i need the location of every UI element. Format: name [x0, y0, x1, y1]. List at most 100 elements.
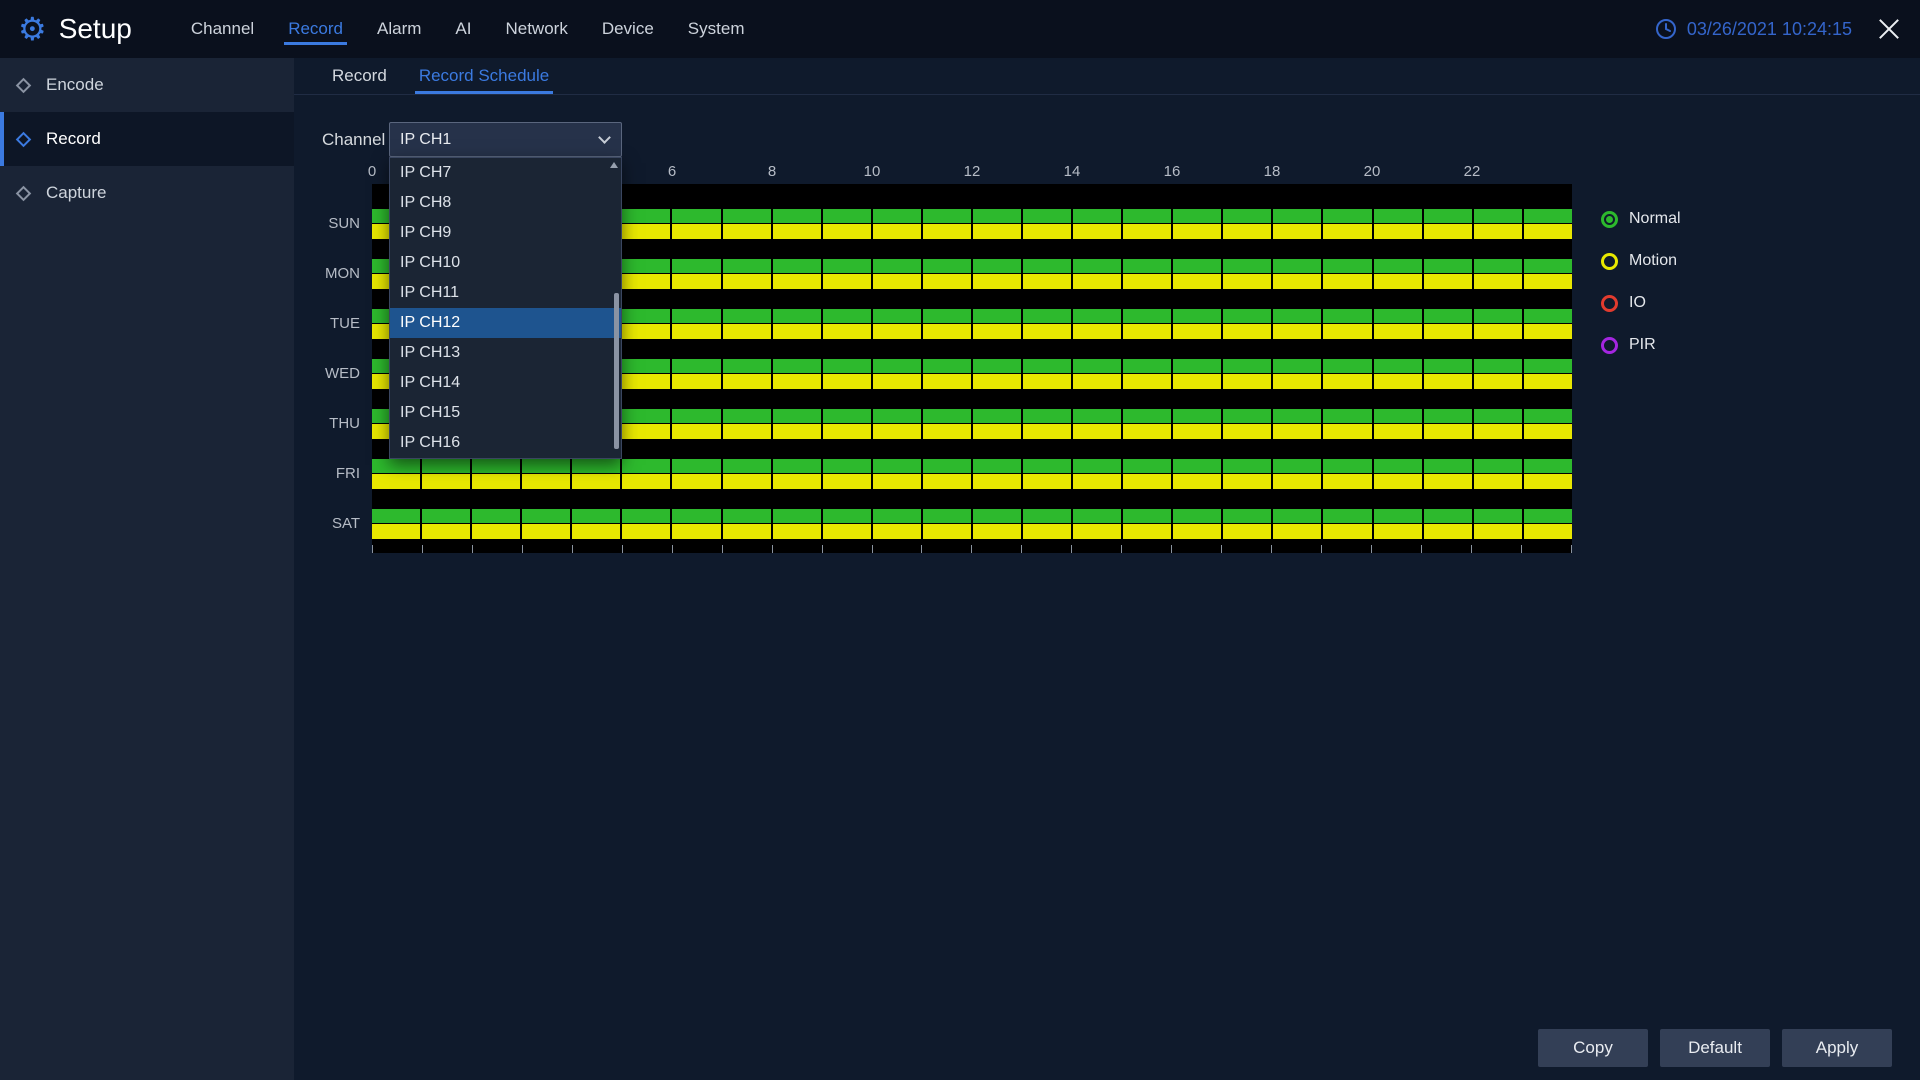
- schedule-cell-motion[interactable]: [422, 474, 472, 489]
- schedule-cell-motion[interactable]: [923, 324, 973, 339]
- schedule-cell-normal[interactable]: [723, 359, 773, 373]
- sidebar-item-capture[interactable]: Capture: [0, 166, 294, 220]
- schedule-cell-normal[interactable]: [923, 459, 973, 473]
- schedule-cell-normal[interactable]: [1173, 509, 1223, 523]
- schedule-cell-motion[interactable]: [1474, 524, 1524, 539]
- schedule-cell-motion[interactable]: [1223, 424, 1273, 439]
- schedule-cell-motion[interactable]: [522, 524, 572, 539]
- tab-record-schedule[interactable]: Record Schedule: [403, 58, 565, 94]
- schedule-cell-motion[interactable]: [1374, 224, 1424, 239]
- schedule-cell-normal[interactable]: [1273, 209, 1323, 223]
- schedule-cell-motion[interactable]: [1474, 474, 1524, 489]
- nav-item-channel[interactable]: Channel: [174, 0, 271, 58]
- schedule-cell-normal[interactable]: [672, 209, 722, 223]
- schedule-cell-motion[interactable]: [773, 424, 823, 439]
- scrollbar-thumb[interactable]: [614, 293, 619, 449]
- schedule-cell-motion[interactable]: [672, 524, 722, 539]
- schedule-cell-normal[interactable]: [1173, 259, 1223, 273]
- schedule-cell-motion[interactable]: [773, 224, 823, 239]
- schedule-cell-motion[interactable]: [873, 224, 923, 239]
- schedule-cell-motion[interactable]: [1023, 274, 1073, 289]
- schedule-cell-normal[interactable]: [823, 509, 873, 523]
- schedule-cell-motion[interactable]: [1524, 224, 1572, 239]
- sidebar-item-record[interactable]: Record: [0, 112, 294, 166]
- schedule-cell-motion[interactable]: [622, 474, 672, 489]
- schedule-cell-normal[interactable]: [1023, 309, 1073, 323]
- schedule-cell-motion[interactable]: [973, 474, 1023, 489]
- schedule-cell-motion[interactable]: [873, 274, 923, 289]
- scroll-up-arrow-icon[interactable]: [610, 162, 618, 168]
- schedule-cell-normal[interactable]: [1323, 359, 1373, 373]
- schedule-cell-normal[interactable]: [723, 409, 773, 423]
- schedule-cell-normal[interactable]: [1323, 259, 1373, 273]
- schedule-cell-normal[interactable]: [622, 209, 672, 223]
- schedule-cell-normal[interactable]: [372, 459, 422, 473]
- schedule-cell-motion[interactable]: [973, 374, 1023, 389]
- schedule-cell-normal[interactable]: [1424, 309, 1474, 323]
- schedule-cell-normal[interactable]: [973, 509, 1023, 523]
- schedule-cell-motion[interactable]: [622, 524, 672, 539]
- schedule-cell-motion[interactable]: [973, 224, 1023, 239]
- dropdown-option-ip-ch14[interactable]: IP CH14: [390, 368, 621, 398]
- schedule-cell-normal[interactable]: [1073, 209, 1123, 223]
- schedule-cell-motion[interactable]: [1273, 474, 1323, 489]
- schedule-cell-normal[interactable]: [672, 509, 722, 523]
- schedule-cell-normal[interactable]: [923, 409, 973, 423]
- schedule-cell-normal[interactable]: [1424, 359, 1474, 373]
- schedule-cell-motion[interactable]: [622, 324, 672, 339]
- schedule-cell-normal[interactable]: [1123, 359, 1173, 373]
- schedule-cell-motion[interactable]: [1173, 424, 1223, 439]
- schedule-cell-normal[interactable]: [923, 359, 973, 373]
- copy-button[interactable]: Copy: [1538, 1029, 1648, 1067]
- dropdown-option-ip-ch8[interactable]: IP CH8: [390, 188, 621, 218]
- schedule-cell-motion[interactable]: [973, 424, 1023, 439]
- dropdown-option-ip-ch16[interactable]: IP CH16: [390, 428, 621, 458]
- schedule-cell-normal[interactable]: [672, 309, 722, 323]
- schedule-cell-normal[interactable]: [622, 409, 672, 423]
- channel-select[interactable]: IP CH1: [389, 122, 622, 157]
- schedule-cell-motion[interactable]: [622, 424, 672, 439]
- schedule-cell-normal[interactable]: [472, 459, 522, 473]
- schedule-cell-motion[interactable]: [1474, 274, 1524, 289]
- schedule-cell-motion[interactable]: [973, 324, 1023, 339]
- schedule-cell-normal[interactable]: [1123, 209, 1173, 223]
- schedule-cell-normal[interactable]: [1524, 209, 1572, 223]
- schedule-cell-motion[interactable]: [823, 374, 873, 389]
- schedule-cell-motion[interactable]: [1374, 524, 1424, 539]
- schedule-cell-normal[interactable]: [1474, 459, 1524, 473]
- schedule-cell-normal[interactable]: [1474, 209, 1524, 223]
- schedule-cell-normal[interactable]: [1123, 459, 1173, 473]
- schedule-cell-normal[interactable]: [823, 309, 873, 323]
- schedule-cell-normal[interactable]: [1173, 409, 1223, 423]
- apply-button[interactable]: Apply: [1782, 1029, 1892, 1067]
- schedule-cell-motion[interactable]: [1474, 324, 1524, 339]
- schedule-cell-normal[interactable]: [723, 209, 773, 223]
- schedule-cell-normal[interactable]: [1273, 409, 1323, 423]
- schedule-cell-motion[interactable]: [1223, 324, 1273, 339]
- nav-item-network[interactable]: Network: [488, 0, 584, 58]
- schedule-cell-motion[interactable]: [1223, 274, 1273, 289]
- schedule-cell-motion[interactable]: [1023, 374, 1073, 389]
- schedule-cell-normal[interactable]: [773, 259, 823, 273]
- schedule-cell-normal[interactable]: [472, 509, 522, 523]
- schedule-cell-normal[interactable]: [1273, 309, 1323, 323]
- schedule-cell-motion[interactable]: [1023, 524, 1073, 539]
- schedule-cell-normal[interactable]: [1474, 409, 1524, 423]
- schedule-cell-motion[interactable]: [1323, 424, 1373, 439]
- schedule-cell-motion[interactable]: [1073, 324, 1123, 339]
- schedule-cell-normal[interactable]: [672, 259, 722, 273]
- schedule-cell-motion[interactable]: [672, 474, 722, 489]
- schedule-cell-normal[interactable]: [773, 359, 823, 373]
- schedule-cell-normal[interactable]: [873, 409, 923, 423]
- schedule-cell-motion[interactable]: [1424, 374, 1474, 389]
- schedule-cell-motion[interactable]: [823, 424, 873, 439]
- schedule-cell-normal[interactable]: [622, 309, 672, 323]
- schedule-cell-normal[interactable]: [1073, 259, 1123, 273]
- schedule-cell-motion[interactable]: [1273, 524, 1323, 539]
- dropdown-option-ip-ch10[interactable]: IP CH10: [390, 248, 621, 278]
- schedule-cell-motion[interactable]: [1374, 324, 1424, 339]
- schedule-cell-normal[interactable]: [1023, 509, 1073, 523]
- schedule-cell-normal[interactable]: [672, 459, 722, 473]
- schedule-cell-motion[interactable]: [1173, 374, 1223, 389]
- schedule-cell-motion[interactable]: [923, 474, 973, 489]
